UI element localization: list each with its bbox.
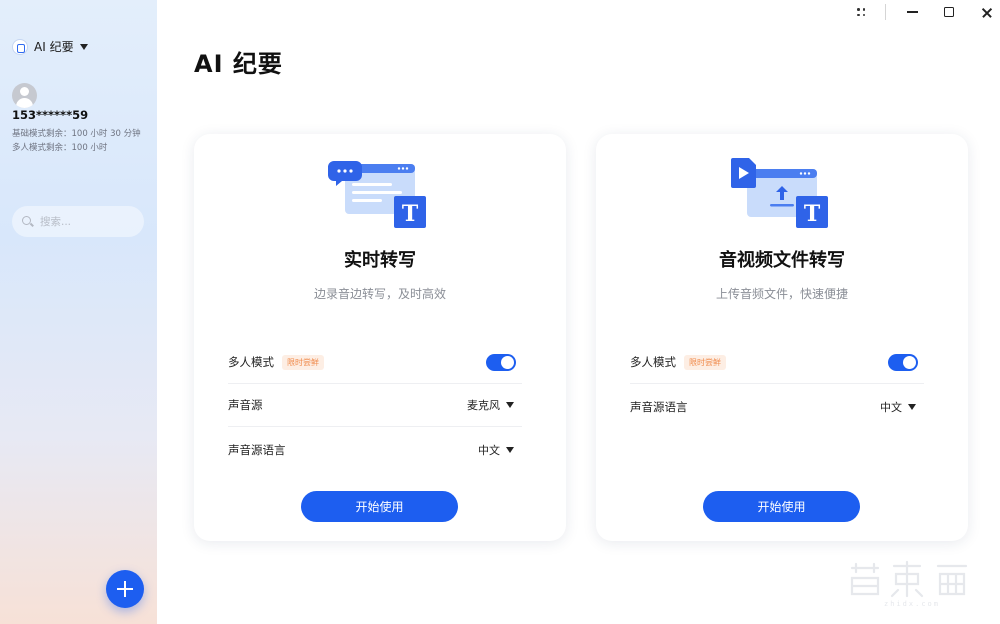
minimize-icon[interactable] (900, 0, 924, 24)
avatar[interactable] (12, 83, 37, 108)
realtime-transcribe-illustration: T (328, 161, 426, 228)
watermark-logo: zhidx.com (850, 560, 968, 608)
source-language-select[interactable]: 中文 (478, 442, 514, 458)
card-description: 上传音频文件，快速便捷 (715, 287, 848, 301)
svg-text:T: T (402, 201, 419, 227)
chevron-down-icon (506, 402, 514, 408)
source-language-value: 中文 (478, 443, 500, 457)
multi-mode-row: 多人模式 限时尝鲜 (630, 341, 924, 384)
app-switcher[interactable]: AI 纪要 (12, 38, 88, 55)
source-language-select[interactable]: 中文 (880, 399, 916, 415)
file-transcribe-card: T 音视频文件转写 上传音频文件，快速便捷 多人模式 限时尝鲜 声音源语言 中文… (596, 134, 968, 541)
chevron-down-icon (908, 403, 916, 410)
multi-mode-row: 多人模式 限时尝鲜 (228, 341, 522, 384)
source-language-row: 声音源语言 中文 (630, 385, 924, 428)
add-button[interactable] (106, 570, 144, 608)
svg-text:T: T (804, 201, 821, 227)
page-title: AI 纪要 (194, 50, 283, 78)
app-logo-icon (12, 38, 28, 55)
audio-source-row: 声音源 麦克风 (228, 384, 522, 427)
svg-text:zhidx.com: zhidx.com (884, 600, 940, 608)
start-button[interactable]: 开始使用 (301, 491, 458, 522)
start-button[interactable]: 开始使用 (703, 491, 860, 522)
grid-icon (857, 8, 865, 16)
file-transcribe-illustration: T (731, 158, 828, 228)
sidebar: AI 纪要 153******59 基础模式剩余：100 小时 30 分钟 多人… (0, 0, 157, 624)
multi-mode-label: 多人模式 (630, 355, 676, 369)
close-icon (981, 7, 992, 18)
audio-source-label: 声音源 (228, 398, 263, 412)
maximize-icon[interactable] (937, 0, 961, 24)
search-icon (22, 215, 34, 228)
multi-mode-toggle[interactable] (888, 353, 918, 371)
close-button[interactable] (974, 0, 998, 24)
title-bar-divider (885, 4, 886, 20)
audio-source-select[interactable]: 麦克风 (467, 397, 514, 413)
limited-trial-badge: 限时尝鲜 (684, 354, 726, 370)
source-language-value: 中文 (880, 400, 902, 414)
audio-source-value: 麦克风 (467, 399, 500, 412)
multi-mode-toggle[interactable] (486, 353, 516, 371)
app-name: AI 纪要 (34, 40, 74, 54)
card-title: 音视频文件转写 (719, 250, 845, 271)
card-description: 边录音边转写，及时高效 (313, 287, 446, 301)
multi-quota-text: 多人模式剩余：100 小时 (12, 143, 108, 153)
search-box[interactable] (12, 206, 144, 237)
search-input[interactable] (40, 215, 135, 228)
grid-menu-button[interactable] (850, 0, 872, 24)
source-language-label: 声音源语言 (228, 442, 286, 457)
source-language-row: 声音源语言 中文 (228, 428, 522, 471)
user-phone: 153******59 (12, 108, 89, 122)
multi-mode-label: 多人模式 (228, 355, 274, 369)
limited-trial-badge: 限时尝鲜 (282, 354, 324, 370)
chevron-down-icon (79, 43, 88, 50)
basic-quota-text: 基础模式剩余：100 小时 30 分钟 (12, 129, 141, 139)
card-title: 实时转写 (344, 250, 416, 271)
source-language-label: 声音源语言 (630, 399, 688, 414)
chevron-down-icon (506, 446, 514, 453)
realtime-transcribe-card: T 实时转写 边录音边转写，及时高效 多人模式 限时尝鲜 声音源 麦克风 声音源… (194, 134, 566, 541)
